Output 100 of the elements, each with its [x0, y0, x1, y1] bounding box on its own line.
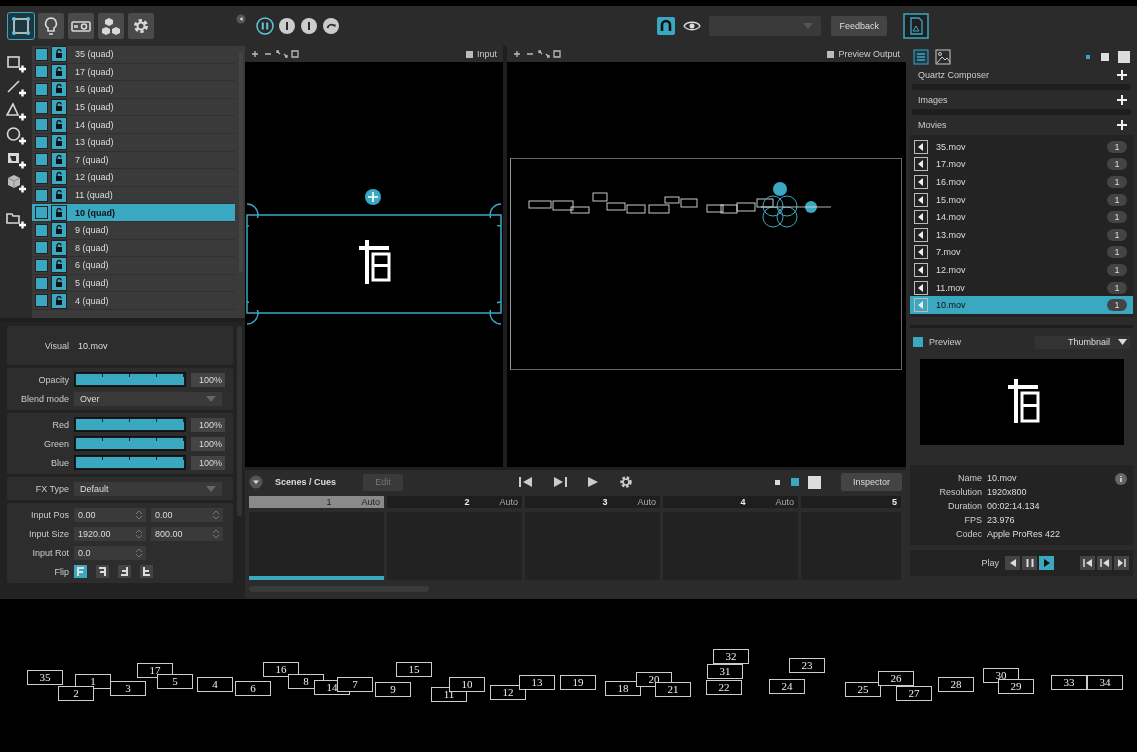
collapse-icon[interactable] [236, 14, 246, 24]
cue-header[interactable]: 5 [801, 496, 901, 508]
preview-checkbox[interactable] [913, 337, 923, 348]
lock-icon[interactable] [52, 82, 66, 97]
stop-icon[interactable] [278, 17, 296, 35]
play-button[interactable] [1022, 555, 1037, 570]
number-field[interactable]: 0.0 [74, 545, 146, 560]
mode-tab[interactable] [98, 13, 124, 39]
cue-header[interactable]: 1 Auto [249, 496, 384, 508]
toggle-checkbox[interactable] [827, 50, 835, 58]
line-plus-icon[interactable] [5, 78, 27, 98]
collapse-icon[interactable] [249, 475, 263, 489]
blend-mode-dropdown[interactable]: Over [74, 391, 222, 406]
cube-plus-icon[interactable] [5, 174, 27, 194]
visibility-checkbox[interactable] [35, 170, 48, 184]
layer-row[interactable]: 13 (quad) [32, 133, 235, 152]
lock-icon[interactable] [52, 293, 66, 308]
thumbnail-dropdown[interactable]: Thumbnail [1035, 335, 1130, 349]
info-icon[interactable] [1115, 472, 1127, 485]
movie-row[interactable]: 11.mov 1 [910, 278, 1133, 297]
stepper-icon[interactable] [213, 509, 219, 520]
layer-row[interactable]: 4 (quad) [32, 292, 235, 310]
move-handle-icon[interactable] [364, 188, 382, 206]
play-button[interactable] [1005, 555, 1020, 570]
lock-icon[interactable] [52, 64, 66, 79]
size-toggle-icon[interactable] [774, 475, 821, 489]
lock-icon[interactable] [52, 205, 66, 220]
quad-surface[interactable] [245, 200, 503, 328]
lock-icon[interactable] [52, 47, 66, 62]
number-field[interactable]: 0.00 [74, 507, 146, 522]
category-header[interactable]: Quartz Composer [910, 68, 1133, 82]
fx-type-dropdown[interactable]: Default [74, 481, 222, 496]
inspector-button[interactable]: Inspector [840, 473, 902, 491]
skip-forward-icon[interactable] [553, 476, 567, 488]
skip-back-icon[interactable] [519, 476, 533, 488]
rectangle-plus-icon[interactable] [5, 54, 27, 74]
visibility-checkbox[interactable] [35, 294, 48, 308]
movie-row[interactable]: 10.mov 1 [910, 296, 1133, 314]
layer-row[interactable]: 12 (quad) [32, 169, 235, 187]
lock-icon[interactable] [52, 170, 66, 185]
zoom-controls-icon[interactable] [513, 49, 561, 59]
mode-tab[interactable] [68, 13, 94, 39]
cue-header[interactable]: 2 Auto [387, 496, 522, 508]
triangle-plus-icon[interactable] [5, 102, 27, 122]
transport-button[interactable] [1097, 555, 1112, 570]
movie-row[interactable]: 35.mov 1 [910, 138, 1133, 156]
lock-icon[interactable] [52, 240, 66, 255]
stepper-icon[interactable] [213, 528, 219, 539]
transport-button[interactable] [1080, 555, 1095, 570]
visibility-checkbox[interactable] [35, 276, 48, 290]
visibility-checkbox[interactable] [35, 47, 48, 61]
visibility-checkbox[interactable] [35, 100, 48, 114]
layer-row[interactable]: 6 (quad) [32, 257, 235, 275]
lock-icon[interactable] [52, 100, 66, 115]
mode-tab[interactable] [38, 13, 64, 39]
add-icon[interactable] [1117, 120, 1127, 130]
document-icon[interactable] [903, 13, 929, 39]
layer-row[interactable]: 35 (quad) [32, 46, 235, 64]
movie-row[interactable]: 14.mov 1 [910, 208, 1133, 226]
stepper-icon[interactable] [136, 528, 142, 539]
layer-row[interactable]: 7 (quad) [32, 151, 235, 170]
visibility-checkbox[interactable] [35, 65, 48, 79]
folder-plus-icon[interactable] [5, 210, 27, 230]
visibility-checkbox[interactable] [35, 241, 48, 255]
visibility-checkbox[interactable] [35, 83, 48, 96]
lock-icon[interactable] [52, 258, 66, 273]
mode-tab[interactable] [8, 13, 34, 39]
size-toggle-icon[interactable] [1086, 50, 1130, 64]
lock-icon[interactable] [52, 152, 66, 167]
circle-plus-icon[interactable] [5, 126, 27, 146]
number-field[interactable]: 0.00 [151, 507, 223, 522]
category-header[interactable]: Images [910, 93, 1133, 107]
visibility-checkbox[interactable] [35, 135, 48, 149]
pause-icon[interactable] [256, 17, 274, 35]
flip-button[interactable] [118, 565, 131, 578]
flip-button[interactable] [96, 565, 109, 578]
layer-row[interactable]: 15 (quad) [32, 98, 235, 117]
movie-row[interactable]: 12.mov 1 [910, 261, 1133, 279]
add-icon[interactable] [1117, 70, 1127, 80]
visibility-checkbox[interactable] [35, 258, 48, 272]
lock-icon[interactable] [52, 117, 66, 132]
lock-icon[interactable] [52, 276, 66, 290]
layer-row[interactable]: 16 (quad) [32, 81, 235, 99]
number-field[interactable]: 1920.00 [74, 526, 146, 541]
visibility-checkbox[interactable] [35, 206, 48, 220]
cue-header[interactable]: 4 Auto [663, 496, 798, 508]
layer-row[interactable]: 5 (quad) [32, 274, 235, 293]
play-icon[interactable] [587, 476, 599, 488]
mask-plus-icon[interactable] [5, 150, 27, 170]
stepper-icon[interactable] [136, 509, 142, 520]
layer-row[interactable]: 14 (quad) [32, 116, 235, 134]
movie-row[interactable]: 15.mov 1 [910, 190, 1133, 209]
lock-icon[interactable] [52, 135, 66, 150]
zoom-controls-icon[interactable] [251, 49, 299, 59]
layer-row[interactable]: 8 (quad) [32, 239, 235, 258]
gear-icon[interactable] [619, 475, 633, 489]
mode-tab[interactable] [128, 13, 154, 39]
movie-row[interactable]: 17.mov 1 [910, 155, 1133, 174]
lock-icon[interactable] [52, 223, 66, 238]
flip-button[interactable] [140, 565, 153, 578]
